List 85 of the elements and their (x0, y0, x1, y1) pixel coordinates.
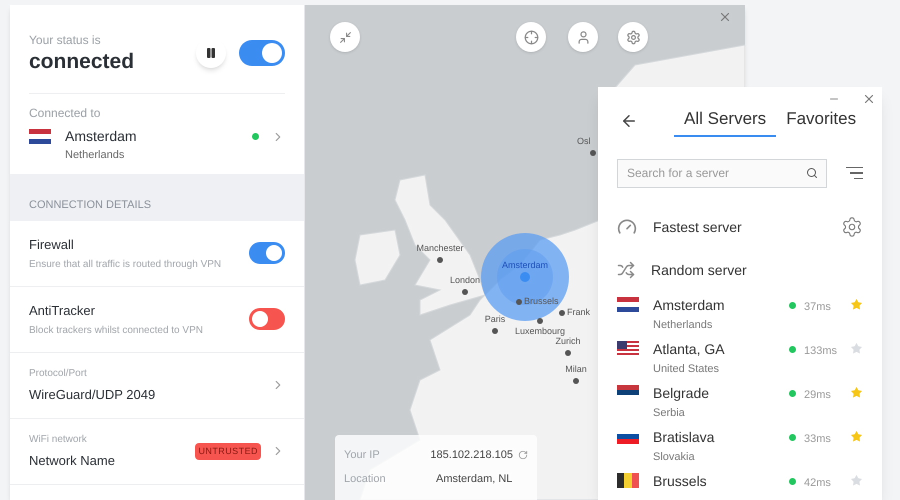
toggle-switch[interactable] (249, 242, 285, 264)
server-city[interactable]: Belgrade (653, 384, 789, 402)
status-label: Your status is (29, 32, 102, 49)
flag-icon (29, 129, 51, 144)
favorite-star-button[interactable] (850, 430, 863, 442)
city-label: Brussels (524, 297, 559, 306)
star-icon (850, 342, 863, 354)
collapse-button[interactable] (330, 22, 360, 52)
status-value: connected (29, 49, 136, 75)
crosshair-icon (524, 30, 538, 44)
toggle-switch[interactable] (249, 308, 285, 330)
city-label: Manchester (416, 244, 464, 253)
city-label: Zurich (556, 337, 580, 346)
setting-value: WireGuard/UDP 2049 (29, 386, 156, 404)
info-label: Location (344, 472, 387, 486)
city-label: Osl (577, 137, 590, 146)
city-label: Luxembourg (514, 327, 566, 336)
favorite-star-button[interactable] (850, 298, 863, 310)
flag-icon (617, 296, 639, 312)
server-country: Slovakia (653, 450, 696, 465)
ping-value: 37ms (804, 300, 832, 314)
ping-value: 42ms (804, 476, 832, 490)
country-name: Netherlands (65, 148, 126, 164)
pause-icon (205, 47, 217, 60)
account-button[interactable] (568, 22, 598, 52)
info-label: Your IP (344, 448, 381, 463)
favorite-star-button[interactable] (850, 474, 863, 486)
city-name: Amsterdam (65, 127, 138, 146)
flag-icon (617, 472, 639, 488)
quick-connect-item[interactable]: Fastest server (653, 216, 841, 238)
ping-value: 33ms (804, 432, 832, 446)
server-country: Serbia (653, 406, 686, 421)
server-country: United States (653, 362, 720, 377)
city-label: London (450, 276, 480, 285)
settings-icon (626, 30, 640, 44)
setting-title: AntiTracker (29, 302, 96, 320)
collapse-icon (338, 30, 352, 44)
setting-value: Network Name (29, 452, 116, 470)
pause-button[interactable] (196, 38, 226, 68)
city-label: Milan (565, 365, 587, 374)
refresh-icon (518, 450, 528, 460)
quick-connect-item[interactable]: Random server (651, 260, 863, 280)
server-city[interactable]: Amsterdam (653, 296, 789, 314)
ping-value: 29ms (804, 388, 832, 402)
tab[interactable]: Favorites (776, 106, 866, 136)
server-country: Netherlands (653, 318, 714, 333)
settings-button[interactable] (841, 216, 863, 238)
city-label: Frank (567, 308, 590, 317)
connected-label: Connected to (29, 105, 102, 122)
search-field[interactable]: Search for a server (617, 158, 827, 188)
flag-icon (617, 340, 639, 356)
untrusted-badge: UNTRUSTED (195, 442, 261, 460)
server-city[interactable]: Atlanta, GA (653, 340, 789, 358)
section-header: CONNECTION DETAILS (10, 174, 304, 221)
search-icon (806, 166, 818, 178)
close-icon (862, 92, 876, 106)
close-icon (718, 10, 732, 24)
locate-button[interactable] (516, 22, 546, 52)
toggle-switch[interactable] (239, 40, 285, 66)
star-icon (850, 430, 863, 442)
star-icon (850, 298, 863, 310)
close-button[interactable] (862, 92, 876, 106)
shuffle-icon (617, 261, 635, 279)
setting-title: Firewall (29, 236, 75, 254)
setting-label: WiFi network (29, 433, 88, 447)
user-icon (576, 30, 590, 44)
favorite-star-button[interactable] (850, 386, 863, 398)
filter-button[interactable] (846, 166, 863, 180)
refresh-button[interactable] (518, 450, 528, 460)
server-city[interactable]: Brussels (653, 472, 789, 490)
setting-description: Block trackers whilst connected to VPN (29, 324, 204, 338)
city-label: Amsterdam (502, 261, 548, 270)
ping-value: 133ms (804, 344, 838, 358)
server-city[interactable]: Bratislava (653, 428, 789, 446)
setting-label: Protocol/Port (29, 367, 88, 381)
setting-description: Ensure that all traffic is routed through VPN (29, 258, 222, 272)
favorite-star-button[interactable] (850, 342, 863, 354)
tab[interactable]: All Servers (674, 106, 776, 136)
settings-button[interactable] (618, 22, 648, 52)
info-value: 185.102.218.105 (430, 448, 513, 463)
star-icon (850, 386, 863, 398)
city-label: Paris (484, 315, 506, 324)
star-icon (850, 474, 863, 486)
settings-icon (841, 216, 863, 238)
info-value: Amsterdam, NL (436, 472, 512, 486)
